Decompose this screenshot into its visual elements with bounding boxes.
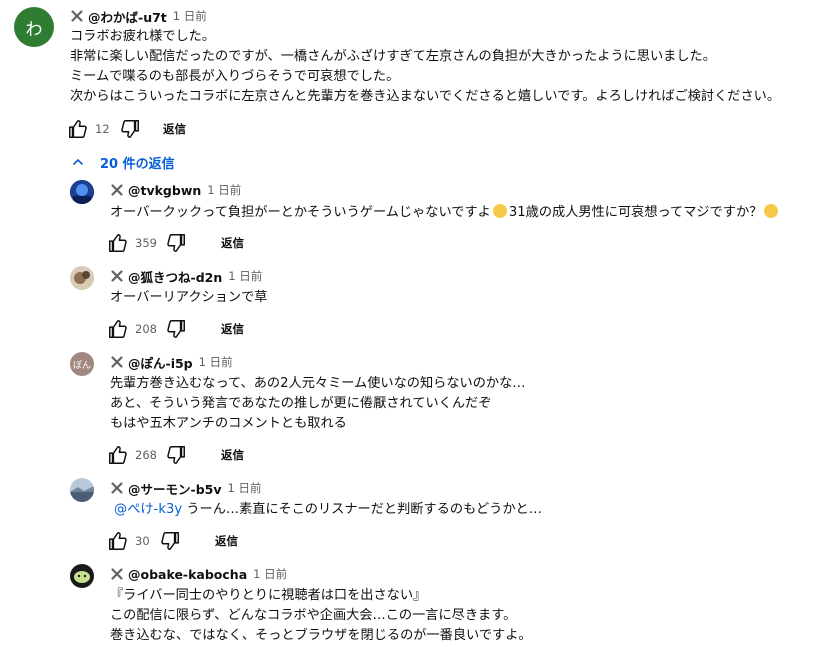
- reply-button[interactable]: 返信: [221, 321, 244, 337]
- reply-actions: 268 返信: [107, 443, 244, 467]
- close-icon[interactable]: [110, 355, 124, 369]
- thumbs-up-icon: [67, 118, 89, 140]
- reply-text: オーバーリアクションで草: [110, 288, 267, 308]
- reply-actions: 30 返信: [107, 529, 238, 553]
- avatar-letter: わ: [25, 19, 43, 40]
- avatar[interactable]: [70, 564, 94, 588]
- reply-line: 巻き込むな、ではなく、そっとブラウザを閉じるのが一番良いですよ。: [110, 628, 532, 643]
- dislike-button[interactable]: [165, 318, 187, 340]
- reply-time[interactable]: 1 日前: [207, 182, 241, 198]
- thumbs-up-icon: [107, 444, 129, 466]
- avatar-fox-photo: [70, 266, 94, 290]
- reply-text: 『ライバー同士のやりとりに視聴者は口を出さない』 この配信に限らず、どんなコラボ…: [110, 586, 532, 646]
- comment-header: @わかば-u7t 1 日前: [70, 7, 207, 25]
- avatar-blue-photo: [70, 180, 94, 204]
- reply-time[interactable]: 1 日前: [199, 354, 233, 370]
- comment-author[interactable]: @わかば-u7t: [88, 7, 167, 26]
- close-icon[interactable]: [110, 183, 124, 197]
- comment-actions: 12 返信: [67, 117, 186, 141]
- reply-line: オーバーリアクションで草: [110, 290, 268, 305]
- comment-line: 非常に楽しい配信だったのですが、一橋さんがふざけすぎて左京さんの負担が大きかった…: [70, 49, 716, 64]
- close-icon[interactable]: [110, 269, 124, 283]
- reply-header: @サーモン-b5v 1 日前: [110, 479, 261, 497]
- reply-author[interactable]: @ぽん-i5p: [128, 353, 193, 372]
- close-icon[interactable]: [110, 481, 124, 495]
- thumbs-up-icon: [107, 318, 129, 340]
- reply-time[interactable]: 1 日前: [227, 480, 261, 496]
- comment-time[interactable]: 1 日前: [173, 8, 207, 24]
- reply-author[interactable]: @狐きつね-d2n: [128, 267, 222, 286]
- reply-header: @tvkgbwn 1 日前: [110, 181, 241, 199]
- comment-line: ミームで喋るのも部長が入りづらそうで可哀想でした。: [70, 69, 400, 84]
- sweat-smile-emoji-icon: [764, 204, 779, 218]
- reply-actions: 208 返信: [107, 317, 244, 341]
- dislike-button[interactable]: [159, 530, 181, 552]
- reply-header: @ぽん-i5p 1 日前: [110, 353, 233, 371]
- reply-line: もはや五木アンチのコメントとも取れる: [110, 416, 347, 431]
- comment-text: コラボお疲れ様でした。 非常に楽しい配信だったのですが、一橋さんがふざけすぎて左…: [70, 27, 780, 107]
- reply-text: オーバークックって負担がーとかそういうゲームじゃないですよ 31歳の成人男性に可哀…: [110, 203, 780, 223]
- replies-toggle-button[interactable]: 20 件の返信: [72, 152, 175, 172]
- avatar[interactable]: ぽん: [70, 352, 94, 376]
- avatar-letter: ぽん: [72, 360, 91, 371]
- reply-text-part: うーん…素直にそこのリスナーだと判断するのもどうかと…: [182, 502, 542, 517]
- chevron-up-icon: [72, 156, 84, 168]
- reply-actions: 359 返信: [107, 231, 244, 255]
- like-button[interactable]: [107, 444, 129, 466]
- replies-toggle-label: 20 件の返信: [100, 156, 175, 172]
- thumbs-down-icon: [165, 444, 187, 466]
- like-count: 359: [135, 236, 157, 250]
- like-count: 30: [135, 534, 150, 548]
- reply-header: @狐きつね-d2n 1 日前: [110, 267, 262, 285]
- avatar[interactable]: わ: [14, 7, 54, 47]
- reply-line: 『ライバー同士のやりとりに視聴者は口を出さない』: [110, 588, 427, 603]
- reply-time[interactable]: 1 日前: [228, 268, 262, 284]
- reply-author[interactable]: @サーモン-b5v: [128, 479, 221, 498]
- like-count: 208: [135, 322, 157, 336]
- dislike-button[interactable]: [119, 118, 141, 140]
- like-button[interactable]: [107, 232, 129, 254]
- thumbs-up-icon: [107, 232, 129, 254]
- avatar[interactable]: [70, 478, 94, 502]
- thumbs-down-icon: [165, 318, 187, 340]
- thumbs-down-icon: [119, 118, 141, 140]
- reply-line: あと、そういう発言であなたの推しが更に倦厭されていくんだぞ: [110, 396, 492, 411]
- reply-button[interactable]: 返信: [221, 447, 244, 463]
- reply-text: @ぺけ-k3y うーん…素直にそこのリスナーだと判断するのもどうかと…: [114, 500, 542, 520]
- reply-button[interactable]: 返信: [221, 235, 244, 251]
- like-count: 268: [135, 448, 157, 462]
- thumbs-down-icon: [159, 530, 181, 552]
- avatar[interactable]: [70, 266, 94, 290]
- reply-time[interactable]: 1 日前: [253, 566, 287, 582]
- comment-line: コラボお疲れ様でした。: [70, 29, 216, 44]
- reply-line: 先輩方巻き込むなって、あの2人元々ミーム使いなの知らないのかな…: [110, 376, 526, 391]
- reply-button[interactable]: 返信: [215, 533, 238, 549]
- thumbs-up-icon: [107, 530, 129, 552]
- avatar-landscape-photo: [70, 478, 94, 502]
- comment-line: 次からはこういったコラボに左京さんと先輩方を巻き込まないでくださると嬉しいです。…: [70, 89, 781, 104]
- like-button[interactable]: [67, 118, 89, 140]
- like-button[interactable]: [107, 318, 129, 340]
- thumbs-down-icon: [165, 232, 187, 254]
- close-icon[interactable]: [110, 567, 124, 581]
- like-button[interactable]: [107, 530, 129, 552]
- mention-link[interactable]: @ぺけ-k3y: [114, 502, 182, 517]
- dislike-button[interactable]: [165, 444, 187, 466]
- sweat-smile-emoji-icon: [492, 204, 507, 218]
- reply-line: この配信に限らず、どんなコラボや企画大会…この一言に尽きます。: [110, 608, 517, 623]
- avatar-green-blob: [70, 564, 94, 588]
- reply-header: @obake-kabocha 1 日前: [110, 565, 287, 583]
- reply-author[interactable]: @tvkgbwn: [128, 183, 201, 198]
- close-icon[interactable]: [70, 9, 84, 23]
- reply-button[interactable]: 返信: [163, 121, 186, 137]
- reply-text-part: 31歳の成人男性に可哀想ってマジですか？: [508, 205, 763, 220]
- dislike-button[interactable]: [165, 232, 187, 254]
- reply-author[interactable]: @obake-kabocha: [128, 567, 247, 582]
- avatar[interactable]: [70, 180, 94, 204]
- reply-text-part: オーバークックって負担がーとかそういうゲームじゃないですよ: [110, 205, 491, 220]
- reply-text: 先輩方巻き込むなって、あの2人元々ミーム使いなの知らないのかな… あと、そういう…: [110, 374, 525, 434]
